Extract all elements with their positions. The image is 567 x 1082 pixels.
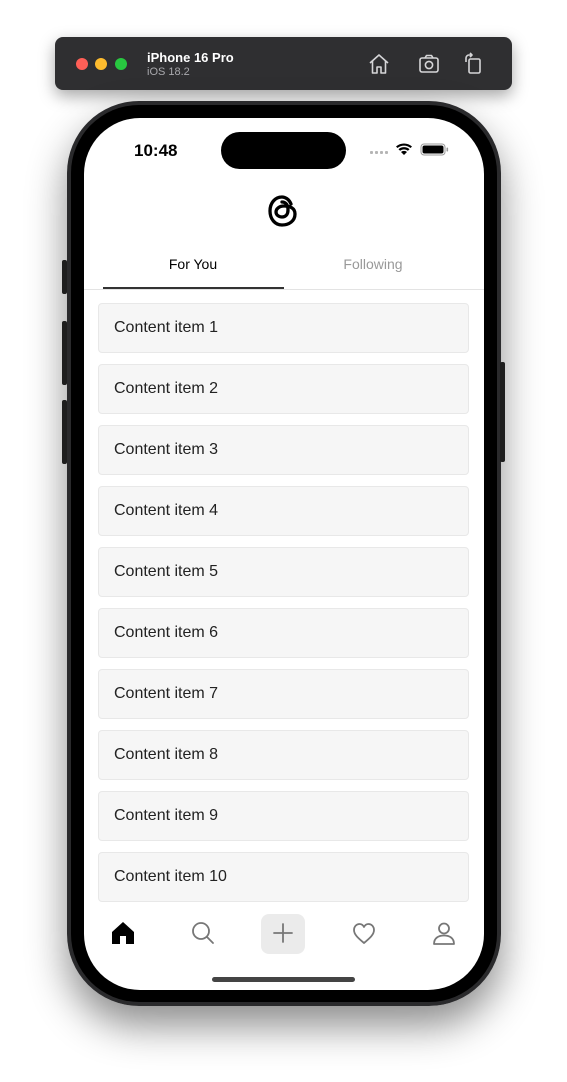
device-name: iPhone 16 Pro xyxy=(147,50,234,65)
list-item[interactable]: Content item 8 xyxy=(98,730,469,780)
status-time: 10:48 xyxy=(134,141,178,160)
search-icon[interactable] xyxy=(181,914,225,954)
list-item[interactable]: Content item 9 xyxy=(98,791,469,841)
list-item[interactable]: Content item 6 xyxy=(98,608,469,658)
feed-tabs: For You Following xyxy=(84,243,484,290)
simulator-toolbar: iPhone 16 Pro iOS 18.2 xyxy=(55,37,512,90)
action-button xyxy=(62,260,67,294)
threads-logo xyxy=(268,195,297,227)
zoom-window-button[interactable] xyxy=(115,58,127,70)
bottom-tab-bar xyxy=(84,914,484,958)
power-button xyxy=(500,362,505,462)
wifi-icon xyxy=(396,143,412,155)
home-icon[interactable] xyxy=(367,52,391,76)
minimize-window-button[interactable] xyxy=(95,58,107,70)
close-window-button[interactable] xyxy=(76,58,88,70)
list-item[interactable]: Content item 10 xyxy=(98,852,469,902)
dynamic-island xyxy=(221,132,346,169)
tab-following[interactable]: Following xyxy=(283,243,463,289)
rotate-icon[interactable] xyxy=(462,52,486,76)
list-item[interactable]: Content item 3 xyxy=(98,425,469,475)
active-tab-indicator xyxy=(103,287,284,289)
tab-for-you[interactable]: For You xyxy=(103,243,283,289)
profile-icon[interactable] xyxy=(422,914,466,954)
list-item[interactable]: Content item 7 xyxy=(98,669,469,719)
add-icon[interactable] xyxy=(261,914,305,954)
volume-up-button xyxy=(62,321,67,385)
heart-icon[interactable] xyxy=(342,914,386,954)
signal-icon xyxy=(370,151,388,154)
list-item[interactable]: Content item 2 xyxy=(98,364,469,414)
phone-screen: 10:48 For You Following Content item 1 C… xyxy=(84,118,484,990)
list-item[interactable]: Content item 1 xyxy=(98,303,469,353)
list-item[interactable]: Content item 5 xyxy=(98,547,469,597)
status-icons xyxy=(370,143,449,156)
home-icon[interactable] xyxy=(101,914,145,954)
content-list: Content item 1 Content item 2 Content it… xyxy=(98,303,469,913)
os-version: iOS 18.2 xyxy=(147,66,190,78)
battery-icon xyxy=(420,143,449,156)
screenshot-icon[interactable] xyxy=(417,52,441,76)
volume-down-button xyxy=(62,400,67,464)
home-indicator[interactable] xyxy=(212,977,355,982)
list-item[interactable]: Content item 4 xyxy=(98,486,469,536)
